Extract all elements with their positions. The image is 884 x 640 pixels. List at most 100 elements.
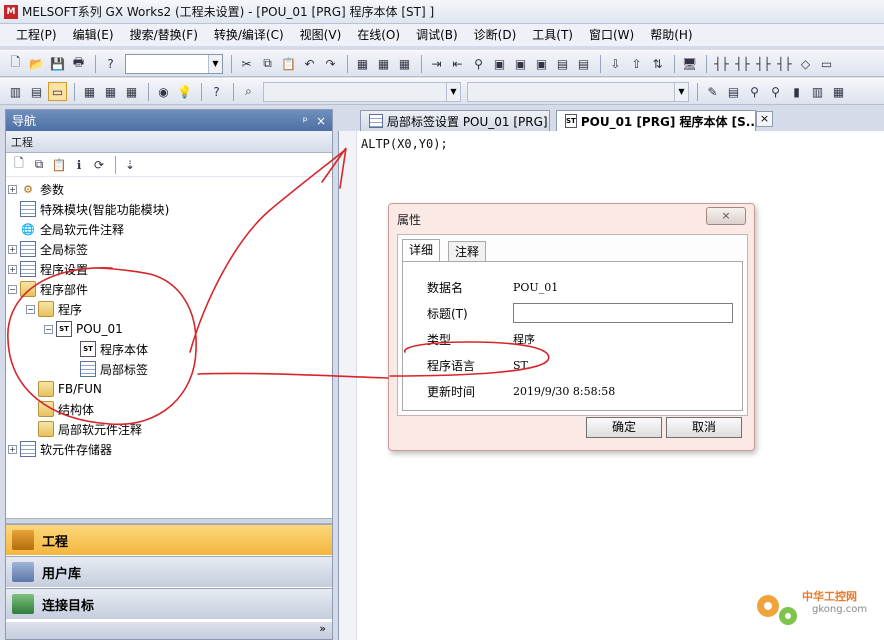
nav-tab-project[interactable]: 工程 bbox=[6, 524, 332, 555]
close-tab-button[interactable]: × bbox=[756, 111, 773, 127]
device-test-icon[interactable]: ▤ bbox=[574, 54, 593, 73]
menu-edit[interactable]: 编辑(E) bbox=[65, 24, 122, 46]
menu-help[interactable]: 帮助(H) bbox=[642, 24, 700, 46]
menu-online[interactable]: 在线(O) bbox=[349, 24, 408, 46]
search-combo[interactable]: ▼ bbox=[263, 81, 461, 102]
properties-icon[interactable]: ℹ bbox=[70, 155, 88, 174]
collapse-icon[interactable]: − bbox=[8, 284, 17, 294]
ladder-line-icon[interactable]: ▭ bbox=[817, 54, 836, 73]
tab-detail[interactable]: 详细 bbox=[402, 239, 441, 261]
code-line[interactable]: ALTP(X0,Y0); bbox=[361, 137, 448, 151]
expand-icon[interactable]: + bbox=[8, 184, 17, 194]
copy-data-icon[interactable]: ⧉ bbox=[30, 155, 48, 174]
tree-item-program-setting[interactable]: + 程序设置 bbox=[8, 259, 88, 279]
tree-item-global-label[interactable]: + 全局标签 bbox=[8, 239, 88, 259]
open-folder-icon[interactable]: 📂 bbox=[27, 54, 46, 73]
dev-bulb-icon[interactable]: 💡 bbox=[175, 82, 194, 101]
device-search-icon[interactable]: ▦ bbox=[353, 54, 372, 73]
ladder-coil-icon[interactable]: ┤├ bbox=[754, 54, 773, 73]
tree-item-program-parts[interactable]: − 程序部件 bbox=[8, 279, 88, 299]
menu-find-replace[interactable]: 搜索/替换(F) bbox=[122, 24, 206, 46]
grid-icon[interactable]: ▦ bbox=[829, 82, 848, 101]
expand-icon[interactable]: + bbox=[8, 444, 17, 454]
tree-item-program[interactable]: − 程序 bbox=[26, 299, 82, 319]
ladder-func-icon[interactable]: ◇ bbox=[796, 54, 815, 73]
tab-local-label-setting[interactable]: 局部标签设置 POU_01 [PRG] bbox=[360, 110, 550, 131]
tree-item-local-label[interactable]: 局部标签 bbox=[80, 359, 148, 379]
menu-debug[interactable]: 调试(B) bbox=[408, 24, 466, 46]
new-data-icon[interactable]: 🗋 bbox=[10, 155, 28, 174]
tree-item-program-body[interactable]: ST 程序本体 bbox=[80, 339, 148, 359]
tree-item-global-comment[interactable]: 🌐 全局软元件注释 bbox=[20, 219, 124, 239]
module-view-icon[interactable]: ▤ bbox=[27, 82, 46, 101]
nav-tab-user-library[interactable]: 用户库 bbox=[6, 556, 332, 587]
help-icon[interactable]: ? bbox=[101, 54, 120, 73]
bar-chart-icon[interactable]: ▥ bbox=[808, 82, 827, 101]
tab-program-body[interactable]: ST POU_01 [PRG] 程序本体 [S... bbox=[556, 110, 756, 131]
ladder-branch-icon[interactable]: ┤├ bbox=[775, 54, 794, 73]
menu-compile[interactable]: 转换/编译(C) bbox=[206, 24, 292, 46]
monitor-stop-icon[interactable]: ▣ bbox=[511, 54, 530, 73]
tab-comment[interactable]: 注释 bbox=[448, 241, 487, 261]
print-icon[interactable]: 🖶 bbox=[69, 54, 88, 73]
device-batch-icon[interactable]: ▦ bbox=[395, 54, 414, 73]
tree-item-parameter[interactable]: + ⚙ 参数 bbox=[8, 179, 64, 199]
tree-item-device-memory[interactable]: + 软元件存储器 bbox=[8, 439, 112, 459]
expand-icon[interactable]: + bbox=[8, 264, 17, 274]
read-plc-icon[interactable]: ⇤ bbox=[448, 54, 467, 73]
menu-diagnostics[interactable]: 诊断(D) bbox=[466, 24, 525, 46]
redo-icon[interactable]: ↷ bbox=[321, 54, 340, 73]
document-icon[interactable]: ▤ bbox=[724, 82, 743, 101]
nav-more-button[interactable]: » bbox=[6, 622, 332, 639]
nav-tab-connection[interactable]: 连接目标 bbox=[6, 588, 332, 619]
ladder-contact-nc-icon[interactable]: ┤├ bbox=[733, 54, 752, 73]
toolbar-combo[interactable]: ▼ bbox=[125, 53, 223, 74]
write-plc-icon[interactable]: ⇥ bbox=[427, 54, 446, 73]
filter-combo[interactable]: ▼ bbox=[467, 81, 689, 102]
dialog-close-button[interactable]: × bbox=[706, 207, 746, 225]
marker-icon[interactable]: ▮ bbox=[787, 82, 806, 101]
expand-icon[interactable]: + bbox=[8, 244, 17, 254]
tree-item-special-module[interactable]: 特殊模块(智能功能模块) bbox=[20, 199, 169, 219]
online-change-icon[interactable]: ⇅ bbox=[648, 54, 667, 73]
dev-statement-icon[interactable]: ▦ bbox=[101, 82, 120, 101]
refresh-icon[interactable]: ⟳ bbox=[90, 155, 108, 174]
project-view-icon[interactable]: ▥ bbox=[6, 82, 25, 101]
upload-icon[interactable]: ⇧ bbox=[627, 54, 646, 73]
simulation-icon[interactable]: 🖥 bbox=[680, 54, 699, 73]
save-icon[interactable]: 💾 bbox=[48, 54, 67, 73]
download-icon[interactable]: ⇩ bbox=[606, 54, 625, 73]
find-next-icon[interactable]: ⚲ bbox=[766, 82, 785, 101]
pin-icon[interactable]: ᵖ bbox=[303, 114, 308, 128]
dev-view-icon[interactable]: ◉ bbox=[154, 82, 173, 101]
window-toggle-icon[interactable]: ▭ bbox=[48, 82, 67, 101]
tree-item-local-comment[interactable]: 局部软元件注释 bbox=[38, 419, 142, 439]
paste-data-icon[interactable]: 📋 bbox=[50, 155, 68, 174]
dev-comment-icon[interactable]: ▦ bbox=[80, 82, 99, 101]
tree-item-structure[interactable]: 结构体 bbox=[38, 399, 94, 419]
menu-project[interactable]: 工程(P) bbox=[8, 24, 65, 46]
tree-item-fb-fun[interactable]: FB/FUN bbox=[38, 379, 102, 399]
verify-icon[interactable]: ⚲ bbox=[469, 54, 488, 73]
dev-note-icon[interactable]: ▦ bbox=[122, 82, 141, 101]
find-icon[interactable]: ⚲ bbox=[745, 82, 764, 101]
paste-icon[interactable]: 📋 bbox=[279, 54, 298, 73]
menu-view[interactable]: 视图(V) bbox=[292, 24, 350, 46]
tree-item-pou01[interactable]: − ST POU_01 bbox=[44, 319, 123, 339]
copy-icon[interactable]: ⧉ bbox=[258, 54, 277, 73]
binoculars-icon[interactable]: ⌕ bbox=[239, 82, 258, 101]
collapse-icon[interactable]: − bbox=[26, 304, 35, 314]
ladder-contact-icon[interactable]: ┤├ bbox=[712, 54, 731, 73]
title-input[interactable] bbox=[513, 303, 733, 323]
close-icon[interactable]: × bbox=[316, 114, 326, 128]
mark-icon[interactable]: ✎ bbox=[703, 82, 722, 101]
undo-icon[interactable]: ↶ bbox=[300, 54, 319, 73]
new-file-icon[interactable]: 🗋 bbox=[6, 54, 25, 73]
menu-tools[interactable]: 工具(T) bbox=[524, 24, 581, 46]
cut-icon[interactable]: ✂ bbox=[237, 54, 256, 73]
cancel-button[interactable]: 取消 bbox=[666, 417, 742, 438]
device-monitor-icon[interactable]: ▤ bbox=[553, 54, 572, 73]
collapse-icon[interactable]: − bbox=[44, 324, 53, 334]
monitor-write-icon[interactable]: ▣ bbox=[532, 54, 551, 73]
menu-window[interactable]: 窗口(W) bbox=[581, 24, 642, 46]
